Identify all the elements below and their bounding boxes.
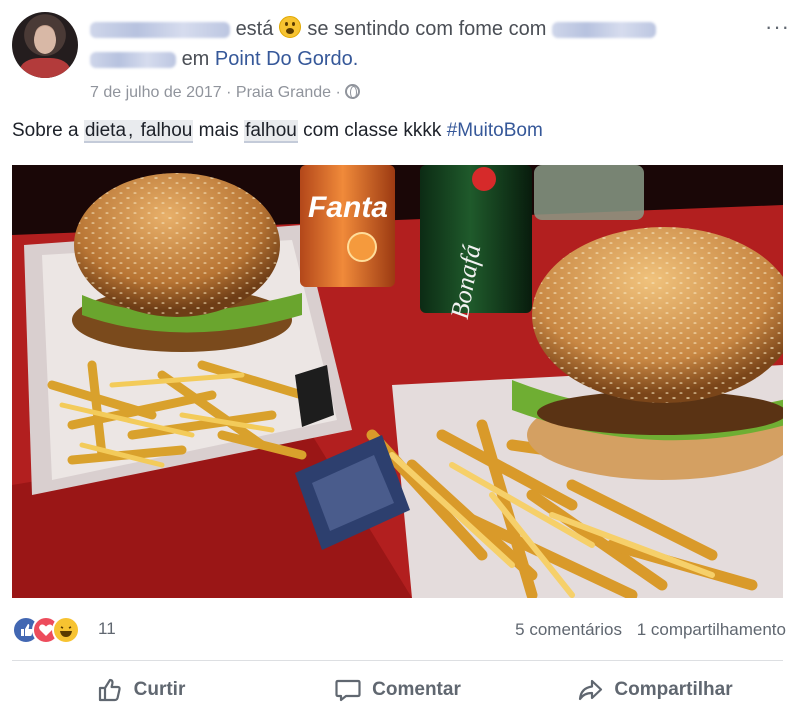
post-header-line1: está se sentindo com fome com bbox=[90, 16, 656, 41]
actions-divider bbox=[12, 660, 783, 661]
avatar-face bbox=[34, 26, 56, 54]
comments-count-link[interactable]: 5 comentários bbox=[515, 620, 622, 639]
post-text-link[interactable]: falhou bbox=[244, 120, 298, 143]
like-button[interactable]: Curtir bbox=[12, 664, 269, 716]
shares-count-link[interactable]: 1 compartilhamento bbox=[637, 620, 786, 639]
post-text-part: Sobre a bbox=[12, 120, 84, 141]
can1-label: Fanta bbox=[308, 191, 388, 224]
post-photo[interactable]: Fanta Bonafá bbox=[12, 165, 783, 598]
comment-icon bbox=[335, 679, 361, 702]
post-stats: 5 comentários 1 compartilhamento bbox=[515, 620, 786, 640]
reactions-summary[interactable]: 11 bbox=[12, 616, 122, 644]
author-avatar[interactable] bbox=[12, 12, 78, 78]
haha-reaction-icon bbox=[52, 616, 80, 644]
thumbs-up-icon bbox=[98, 678, 121, 702]
post-actions: Curtir Comentar Compartilhar bbox=[12, 664, 783, 716]
tagged-friend-blurred-2[interactable] bbox=[90, 51, 176, 68]
post-header-line2: em Point Do Gordo. bbox=[90, 48, 358, 71]
tagged-friend-blurred[interactable] bbox=[551, 21, 656, 38]
meta-separator-2: · bbox=[335, 84, 341, 101]
avatar-shirt bbox=[20, 58, 70, 78]
post-text: Sobre a dieta, falhou mais falhou com cl… bbox=[12, 120, 543, 143]
post-text-part: mais bbox=[193, 120, 245, 141]
share-icon bbox=[579, 679, 603, 701]
hashtag-link[interactable]: #MuitoBom bbox=[447, 120, 543, 141]
globe-icon[interactable] bbox=[345, 84, 361, 99]
location-prefix: em bbox=[181, 48, 210, 70]
reaction-count[interactable]: 11 bbox=[98, 619, 116, 639]
comment-button-label: Comentar bbox=[372, 679, 461, 700]
post-place[interactable]: Praia Grande bbox=[236, 84, 331, 101]
feeling-text: se sentindo com fome com bbox=[307, 18, 547, 40]
author-name-blurred[interactable] bbox=[90, 21, 230, 38]
share-button-label: Compartilhar bbox=[614, 679, 733, 700]
hungry-emoji-icon bbox=[279, 16, 302, 38]
feeling-verb: está bbox=[235, 18, 274, 40]
more-options-icon[interactable]: ··· bbox=[765, 14, 790, 40]
comment-button[interactable]: Comentar bbox=[269, 664, 526, 716]
post-timestamp[interactable]: 7 de julho de 2017 bbox=[90, 84, 222, 101]
burgers-and-fries-photo: Fanta Bonafá bbox=[12, 165, 783, 598]
meta-separator: · bbox=[226, 84, 232, 101]
like-button-label: Curtir bbox=[133, 679, 186, 700]
location-link[interactable]: Point Do Gordo. bbox=[215, 48, 358, 70]
post-meta: 7 de julho de 2017 · Praia Grande · bbox=[90, 84, 361, 102]
share-button[interactable]: Compartilhar bbox=[526, 664, 783, 716]
post-text-part: , bbox=[127, 120, 140, 143]
post-text-link[interactable]: dieta bbox=[83, 120, 128, 143]
post-text-part: com classe kkkk bbox=[297, 120, 447, 141]
post-text-link[interactable]: falhou bbox=[139, 120, 194, 143]
